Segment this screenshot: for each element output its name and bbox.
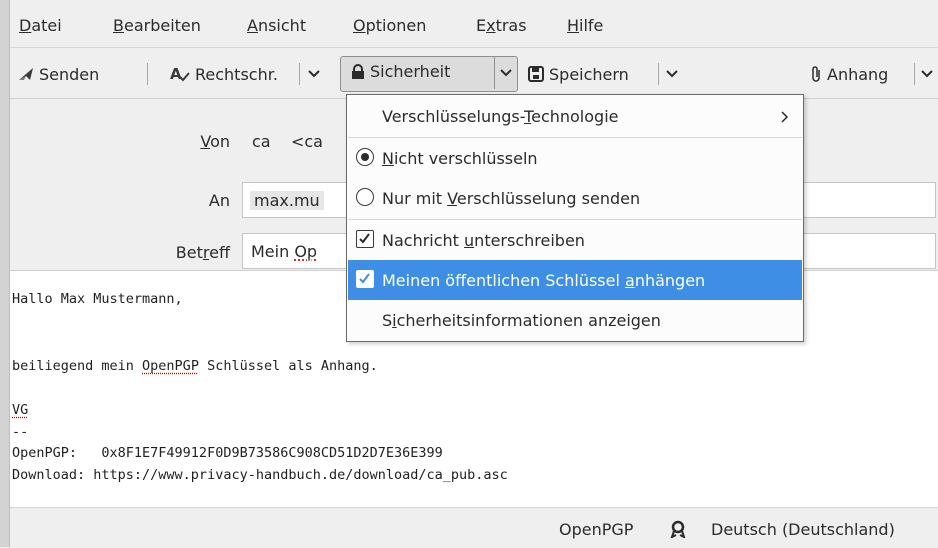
spellcheck-dropdown[interactable] [305,62,323,86]
window-left-edge [0,0,10,547]
menu-extras[interactable]: Extras [476,16,527,35]
send-button[interactable]: Senden [18,62,99,86]
toolbar-separator [299,63,300,85]
chevron-down-icon [666,70,678,78]
attach-button[interactable]: Anhang [810,62,888,86]
toolbar-separator [147,63,148,85]
statusbar: OpenPGP Deutsch (Deutschland) [10,507,938,548]
menu-hilfe[interactable]: Hilfe [567,16,603,35]
save-icon [528,66,544,82]
menu-item-encryption-technology[interactable]: Verschlüsselungs-Technologie [348,96,802,136]
toolbar-separator [658,63,659,85]
from-value[interactable]: ca <ca [252,132,323,151]
menu-datei[interactable]: Datei [19,16,62,35]
menu-item-encryption-only[interactable]: Nur mit Verschlüsselung senden [348,178,802,218]
toolbar: Senden A Rechtschr. Sicherheit Speichern [10,48,938,99]
openpgp-status[interactable]: OpenPGP [559,520,633,539]
security-button[interactable]: Sicherheit [340,56,518,92]
radio-icon [356,188,374,206]
recipient-chip[interactable]: max.mu [250,191,324,210]
compose-window: Datei Bearbeiten Ansicht Optionen Extras… [10,0,938,547]
menu-optionen[interactable]: Optionen [353,16,426,35]
from-label: Von [130,132,230,151]
chevron-down-icon [500,69,512,77]
body-line: VG [12,402,28,418]
spellcheck-button[interactable]: A Rechtschr. [170,62,278,86]
checkbox-checked-icon [356,230,374,248]
body-line: OpenPGP: 0x8F1E7F49912F0D9B73586C908CD51… [12,445,443,461]
body-line: -- [12,424,28,440]
lock-icon [351,64,365,80]
send-icon [18,67,34,81]
menu-item-no-encryption[interactable]: Nicht verschlüsseln [348,138,802,178]
toolbar-separator [914,63,915,85]
to-label: An [130,191,230,210]
save-dropdown[interactable] [663,62,681,86]
security-menu: Verschlüsselungs-Technologie Nicht versc… [346,94,804,342]
body-line: Hallo Max Mustermann, [12,291,183,307]
menubar: Datei Bearbeiten Ansicht Optionen Extras… [10,0,938,48]
chevron-right-icon [781,111,789,123]
paperclip-icon [810,65,822,83]
body-line: beiliegend mein OpenPGP Schlüssel als An… [12,358,378,374]
menu-item-show-security-info[interactable]: Sicherheitsinformationen anzeigen [348,300,802,340]
radio-selected-icon [356,148,374,166]
menu-item-attach-public-key[interactable]: Meinen öffentlichen Schlüssel anhängen [348,260,802,300]
security-dropdown[interactable] [494,57,517,89]
menu-item-sign-message[interactable]: Nachricht unterschreiben [348,220,802,260]
chevron-down-icon [921,70,933,78]
body-line: Download: https://www.privacy-handbuch.d… [12,467,508,483]
certificate-icon [669,520,687,538]
menu-ansicht[interactable]: Ansicht [247,16,306,35]
menu-bearbeiten[interactable]: Bearbeiten [113,16,201,35]
chevron-down-icon [308,70,320,78]
svg-text:A: A [170,66,182,82]
attach-dropdown[interactable] [918,62,936,86]
subject-label: Betreff [130,243,230,262]
language-status[interactable]: Deutsch (Deutschland) [711,520,895,539]
save-button[interactable]: Speichern [528,62,629,86]
spellcheck-icon: A [170,66,190,82]
checkbox-checked-icon [356,270,374,288]
